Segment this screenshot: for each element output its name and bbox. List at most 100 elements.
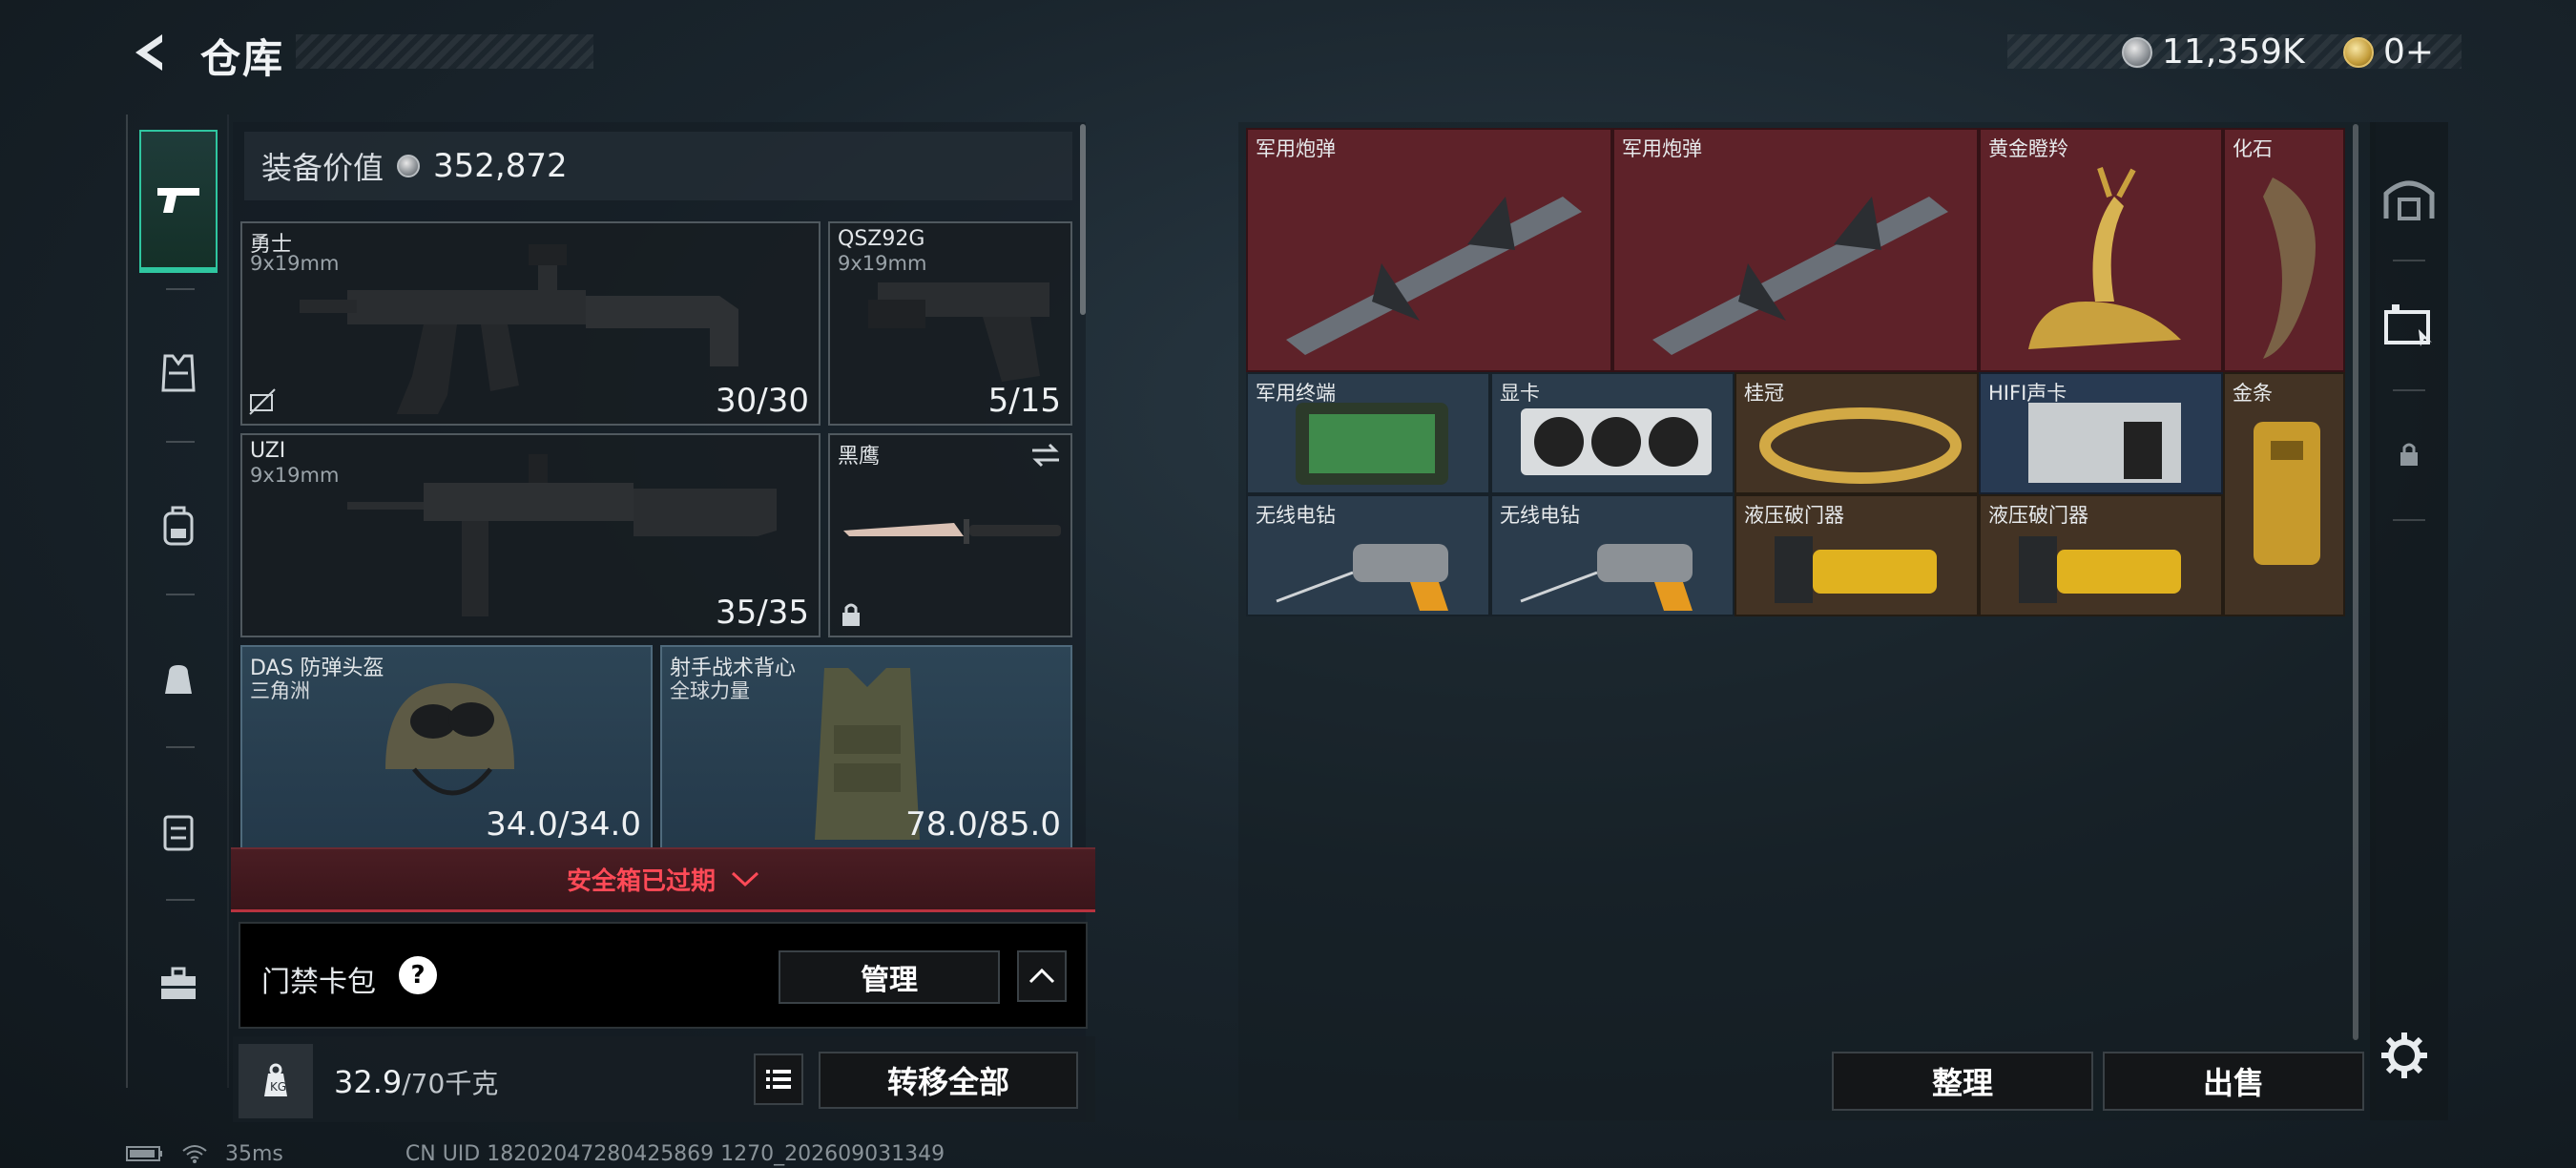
pistol-icon — [157, 188, 199, 213]
battery-icon — [126, 1146, 162, 1161]
graphics-card-image — [1521, 408, 1712, 475]
knife-image — [843, 519, 1061, 544]
melee-slot[interactable]: 黑鹰 — [828, 433, 1072, 637]
golden-gazelle-image — [2028, 167, 2181, 349]
back-arrow-icon[interactable] — [126, 29, 174, 76]
safe-box-label: 安全箱已过期 — [566, 867, 716, 896]
case-icon — [163, 815, 194, 851]
weight-current: 32.9 — [334, 1064, 403, 1100]
equipment-value-amount: 352,872 — [433, 147, 568, 185]
weight-readout: 32.9/70千克 — [334, 1063, 498, 1101]
helmet-slot[interactable]: DAS 防弹头盔 三角洲 34.0/34.0 — [240, 645, 653, 849]
warehouse-tab[interactable] — [2370, 141, 2448, 256]
vest-brand: 全球力量 — [670, 679, 750, 702]
vest-icon — [161, 354, 196, 392]
primary-weapon-slot[interactable]: 勇士 9x19mm 30/30 — [240, 221, 821, 426]
uid-text: CN UID 18202047280425869 1270_2026090313… — [405, 1141, 945, 1166]
equipment-scrollbar[interactable] — [1080, 124, 1086, 315]
transfer-all-button[interactable]: 转移全部 — [819, 1052, 1078, 1109]
cordless-drill-image — [1276, 544, 1448, 611]
ammo-count: 35/35 — [716, 594, 809, 632]
helmet-brand: 三角洲 — [250, 679, 310, 702]
stash-scrollbar[interactable] — [2353, 124, 2358, 1040]
stash-item[interactable]: 液压破门器 — [1735, 494, 1979, 616]
stash-item[interactable]: 桂冠 — [1735, 372, 1979, 494]
rail-backpack-tab[interactable] — [139, 454, 218, 597]
page-title: 仓库 — [200, 35, 285, 82]
weapon-name: UZI — [250, 439, 286, 463]
gold-bar-image — [2254, 422, 2320, 565]
pistol-slot[interactable]: QSZ92G 9x19mm 5/15 — [828, 221, 1072, 426]
hydraulic-breacher-image — [1775, 536, 1937, 603]
equipment-value-label: 装备价值 — [261, 150, 384, 186]
secondary-weapon-slot[interactable]: UZI 9x19mm 35/35 — [240, 433, 821, 637]
help-icon[interactable]: ? — [399, 956, 437, 994]
category-rail — [126, 115, 229, 1088]
hifi-sound-card-image — [2028, 403, 2181, 483]
ping-text: 35ms — [225, 1141, 283, 1166]
title-decoration — [296, 34, 593, 69]
lock-icon — [842, 603, 860, 626]
svg-text:KG: KG — [270, 1080, 286, 1094]
stash-item[interactable]: 军用炮弹 — [1612, 128, 1979, 372]
equipment-value: 装备价值 352,872 — [244, 132, 1072, 200]
missile-image — [1286, 197, 1582, 355]
stash-item[interactable]: 金条 — [2223, 372, 2345, 616]
stash-item[interactable]: HIFI声卡 — [1979, 372, 2223, 494]
ammo-count: 30/30 — [716, 382, 809, 420]
durability: 78.0/85.0 — [905, 805, 1061, 844]
rail-pouch-tab[interactable] — [139, 607, 218, 750]
swap-icon[interactable] — [1028, 441, 1063, 469]
premium-balance[interactable]: 0+ — [2383, 32, 2434, 72]
cordless-drill-image — [1520, 544, 1693, 611]
pistol-image — [868, 282, 1049, 382]
chevron-up-icon — [1028, 968, 1055, 984]
ammo-count: 5/15 — [987, 382, 1061, 420]
stash-item[interactable]: 化石 — [2223, 128, 2345, 372]
safe-box-expired-banner[interactable]: 安全箱已过期 — [231, 847, 1095, 912]
rail-weapons-tab[interactable] — [139, 130, 218, 273]
list-view-button[interactable] — [754, 1053, 803, 1105]
stash-item[interactable]: 液压破门器 — [1979, 494, 2223, 616]
item-name: 化石 — [2233, 137, 2273, 160]
rail-container-tab[interactable] — [139, 760, 218, 903]
unarmed-icon — [249, 388, 276, 415]
sort-button[interactable]: 整理 — [1832, 1052, 2093, 1111]
stash-item[interactable]: 无线电钻 — [1246, 494, 1490, 616]
stash-item[interactable]: 无线电钻 — [1490, 494, 1735, 616]
missile-image — [1652, 197, 1948, 355]
manage-button[interactable]: 管理 — [779, 950, 1000, 1004]
weight-icon: KG — [239, 1044, 313, 1118]
durability: 34.0/34.0 — [486, 805, 641, 844]
military-terminal-image — [1296, 403, 1448, 485]
rail-toolbox-tab[interactable] — [139, 912, 218, 1055]
coin-icon — [397, 155, 421, 177]
weapon-caliber: 9x19mm — [250, 464, 340, 487]
weight-max: /70千克 — [402, 1068, 499, 1099]
vest-slot[interactable]: 射手战术背心 全球力量 78.0/85.0 — [660, 645, 1072, 849]
stash-item[interactable]: 黄金瞪羚 — [1979, 128, 2223, 372]
stash-grid-tab[interactable] — [2370, 267, 2448, 382]
list-icon — [766, 1070, 791, 1089]
backpack-icon — [163, 506, 194, 546]
chevron-down-icon — [731, 871, 759, 886]
melee-name: 黑鹰 — [838, 445, 881, 469]
locked-tab[interactable] — [2370, 397, 2448, 511]
gear-icon[interactable] — [2379, 1031, 2429, 1080]
wifi-icon — [182, 1145, 207, 1163]
stash-item[interactable]: 军用炮弹 — [1246, 128, 1612, 372]
weapon-name: QSZ92G — [838, 227, 925, 251]
coin-balance: 11,359K — [2162, 32, 2305, 72]
rail-armor-tab[interactable] — [139, 302, 218, 445]
item-name: 金条 — [2233, 382, 2273, 405]
warehouse-icon — [2383, 180, 2435, 220]
sell-button[interactable]: 出售 — [2103, 1052, 2364, 1111]
coin-icon — [2122, 36, 2152, 68]
collapse-button[interactable] — [1017, 950, 1067, 1002]
stash-item[interactable]: 军用终端 — [1246, 372, 1490, 494]
hydraulic-breacher-image — [2019, 536, 2181, 603]
currency-bar: 11,359K 0+ — [2007, 32, 2462, 72]
stash-rail — [2370, 122, 2448, 1120]
premium-coin-icon — [2343, 36, 2374, 68]
stash-item[interactable]: 显卡 — [1490, 372, 1735, 494]
